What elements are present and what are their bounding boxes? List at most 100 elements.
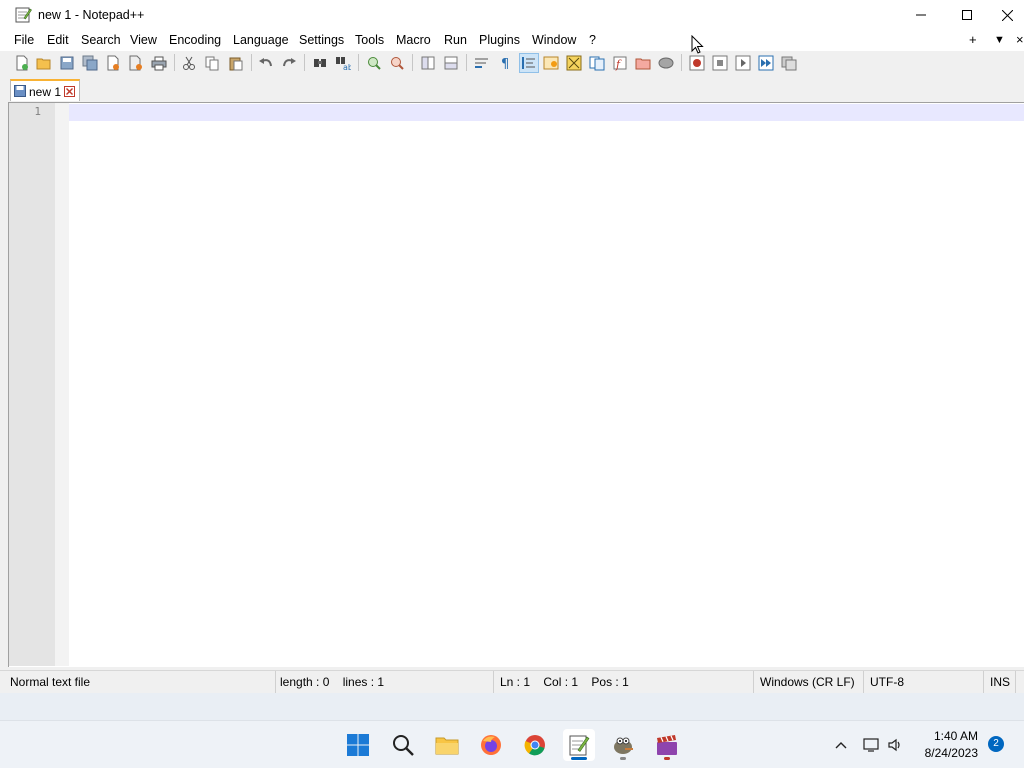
new-file-button[interactable] (12, 53, 32, 73)
menu-encoding[interactable]: Encoding (169, 33, 221, 47)
find-button[interactable] (310, 53, 330, 73)
indent-guide-button[interactable] (519, 53, 539, 73)
title-bar[interactable]: new 1 - Notepad++ (0, 0, 1024, 30)
menu-edit[interactable]: Edit (47, 33, 69, 47)
monitoring-button[interactable] (656, 53, 676, 73)
toolbar-separator (304, 54, 305, 71)
editor[interactable]: 1 (8, 102, 1024, 667)
taskbar-gimp[interactable] (607, 729, 639, 761)
fold-margin[interactable] (55, 103, 69, 666)
close-all-button[interactable] (126, 53, 146, 73)
close-window-button[interactable] (990, 0, 1024, 30)
open-file-button[interactable] (34, 53, 54, 73)
notepad-window: new 1 - Notepad++ File Edit Search View … (0, 0, 1024, 712)
current-line-highlight[interactable] (69, 104, 1024, 121)
status-encoding[interactable]: UTF-8 (866, 671, 984, 693)
menu-settings[interactable]: Settings (299, 33, 344, 47)
tab-list-dropdown-icon[interactable]: ▼ (994, 34, 1005, 46)
macro-record-button[interactable] (687, 53, 707, 73)
taskbar-clapper[interactable] (651, 729, 683, 761)
minimize-icon (916, 14, 926, 16)
cut-icon (183, 56, 195, 70)
function-list-button[interactable]: f (610, 53, 630, 73)
tab-new-1[interactable]: new 1 (10, 79, 80, 101)
status-pos: Pos : 1 (591, 675, 629, 689)
notepad-plus-plus-icon (15, 7, 32, 23)
print-icon (151, 56, 167, 71)
network-button[interactable] (860, 733, 884, 757)
zoom-out-button[interactable] (387, 53, 407, 73)
start-button[interactable] (342, 729, 374, 761)
taskbar-chrome[interactable] (519, 729, 551, 761)
toolbar-separator (466, 54, 467, 71)
menu-macro[interactable]: Macro (396, 33, 431, 47)
maximize-icon (962, 10, 972, 20)
taskbar-file-explorer[interactable] (431, 729, 463, 761)
macro-play-button[interactable] (733, 53, 753, 73)
status-eol[interactable]: Windows (CR LF) (756, 671, 864, 693)
folder-workspace-button[interactable] (633, 53, 653, 73)
close-file-button[interactable] (103, 53, 123, 73)
close-doc-icon[interactable]: × (1016, 32, 1024, 47)
macro-run-multiple-button[interactable] (756, 53, 776, 73)
word-wrap-button[interactable] (472, 53, 492, 73)
doc-map-icon (566, 55, 582, 71)
sync-horizontal-button[interactable] (441, 53, 461, 73)
menu-view[interactable]: View (130, 33, 157, 47)
paste-icon (229, 57, 243, 71)
clock-time[interactable]: 1:40 AM (900, 729, 978, 743)
zoom-in-button[interactable] (364, 53, 384, 73)
print-button[interactable] (149, 53, 169, 73)
clock-date[interactable]: 8/24/2023 (900, 746, 978, 760)
line-number: 1 (34, 105, 41, 118)
maximize-button[interactable] (944, 0, 990, 30)
macro-stop-icon (712, 55, 728, 71)
desktop-background (0, 693, 1024, 720)
menu-file[interactable]: File (14, 33, 34, 47)
sync-vertical-button[interactable] (418, 53, 438, 73)
doc-list-icon (589, 56, 605, 71)
status-insert-mode[interactable]: INS (986, 671, 1016, 693)
macro-stop-button[interactable] (710, 53, 730, 73)
new-tab-plus-icon[interactable]: + (969, 32, 977, 47)
menu-language[interactable]: Language (233, 33, 289, 47)
macro-save-button[interactable] (779, 53, 799, 73)
window-title: new 1 - Notepad++ (38, 8, 145, 22)
cut-button[interactable] (179, 53, 199, 73)
sync-horizontal-icon (444, 56, 458, 70)
save-button[interactable] (57, 53, 77, 73)
menu-search[interactable]: Search (81, 33, 121, 47)
menu-run[interactable]: Run (444, 33, 467, 47)
status-col: Col : 1 (543, 675, 579, 689)
minimize-button[interactable] (898, 0, 944, 30)
tab-close-icon[interactable] (64, 86, 75, 97)
firefox-icon (481, 735, 501, 755)
menu-window[interactable]: Window (532, 33, 576, 47)
taskbar-firefox[interactable] (475, 729, 507, 761)
macro-run-multiple-icon (758, 55, 774, 71)
doc-list-button[interactable] (587, 53, 607, 73)
language-udl-button[interactable] (541, 53, 561, 73)
save-all-button[interactable] (80, 53, 100, 73)
menu-tools[interactable]: Tools (355, 33, 384, 47)
undo-button[interactable] (256, 53, 276, 73)
taskbar-notepad-plus-plus[interactable] (563, 729, 595, 761)
toolbar-separator (358, 54, 359, 71)
doc-map-button[interactable] (564, 53, 584, 73)
menu-help[interactable]: ? (589, 33, 596, 47)
taskbar-search-button[interactable] (387, 729, 419, 761)
menu-plugins[interactable]: Plugins (479, 33, 520, 47)
new-file-icon (16, 55, 28, 71)
paste-button[interactable] (226, 53, 246, 73)
replace-button[interactable]: ab (333, 53, 353, 73)
show-all-chars-button[interactable]: ¶ (495, 53, 515, 73)
redo-button[interactable] (279, 53, 299, 73)
copy-button[interactable] (202, 53, 222, 73)
svg-text:¶: ¶ (501, 57, 509, 71)
svg-text:ab: ab (343, 63, 351, 71)
copy-icon (205, 56, 219, 71)
running-app-indicator (620, 757, 626, 760)
show-hidden-icons-button[interactable] (829, 733, 853, 757)
indent-guide-icon (522, 57, 535, 69)
notification-badge[interactable]: 2 (988, 736, 1004, 752)
